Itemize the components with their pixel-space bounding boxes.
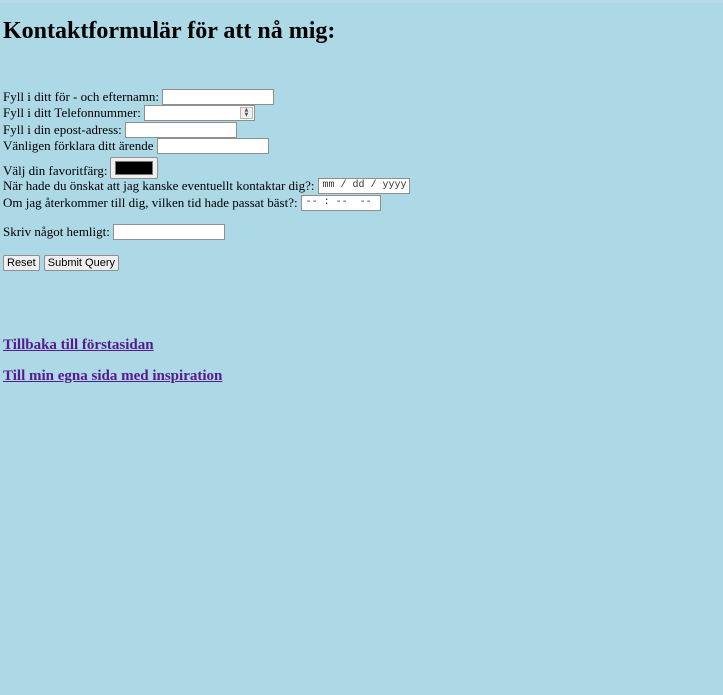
errand-row: Vänligen förklara ditt ärende	[3, 138, 269, 154]
reset-button[interactable]: Reset	[3, 255, 40, 271]
secret-input[interactable]	[112, 224, 225, 240]
date-placeholder: mm / dd / yyyy	[322, 180, 407, 191]
phone-input[interactable]: ▲ ▼	[143, 105, 255, 121]
top-edge	[0, 0, 723, 3]
phone-row: Fyll i ditt Telefonnummer: ▲ ▼	[3, 105, 255, 121]
name-row: Fyll i ditt för - och efternamn:	[3, 89, 274, 105]
inspiration-link[interactable]: Till min egna sida med inspiration	[3, 367, 222, 385]
time-label: Om jag återkommer till dig, vilken tid h…	[3, 195, 298, 210]
page-title: Kontaktformulär för att nå mig:	[3, 18, 336, 44]
email-row: Fyll i din epost-adress:	[3, 122, 237, 138]
name-input[interactable]	[161, 89, 274, 105]
color-row: Välj din favoritfärg:	[3, 156, 159, 180]
email-label: Fyll i din epost-adress:	[3, 122, 122, 137]
time-row: Om jag återkommer till dig, vilken tid h…	[3, 195, 381, 211]
secret-label: Skriv något hemligt:	[3, 224, 110, 239]
time-input[interactable]: -- : -- --	[300, 195, 381, 211]
color-swatch	[115, 161, 154, 175]
time-placeholder: -- : -- --	[305, 197, 372, 208]
home-link[interactable]: Tillbaka till förstasidan	[3, 336, 154, 354]
phone-label: Fyll i ditt Telefonnummer:	[3, 105, 141, 120]
number-spinner[interactable]: ▲ ▼	[239, 107, 253, 119]
submit-button[interactable]: Submit Query	[43, 255, 119, 271]
color-picker-button[interactable]	[110, 157, 159, 179]
date-label: När hade du önskat att jag kanske eventu…	[3, 178, 315, 193]
date-row: När hade du önskat att jag kanske eventu…	[3, 178, 410, 194]
spinner-down-icon: ▼	[244, 112, 249, 118]
email-input[interactable]	[124, 122, 237, 138]
color-label: Välj din favoritfärg:	[3, 162, 108, 178]
secret-row: Skriv något hemligt:	[3, 224, 225, 240]
name-label: Fyll i ditt för - och efternamn:	[3, 89, 159, 104]
form-buttons: Reset Submit Query	[3, 255, 123, 271]
errand-input[interactable]	[156, 138, 269, 154]
errand-label: Vänligen förklara ditt ärende	[3, 138, 154, 153]
date-input[interactable]: mm / dd / yyyy	[317, 178, 410, 194]
